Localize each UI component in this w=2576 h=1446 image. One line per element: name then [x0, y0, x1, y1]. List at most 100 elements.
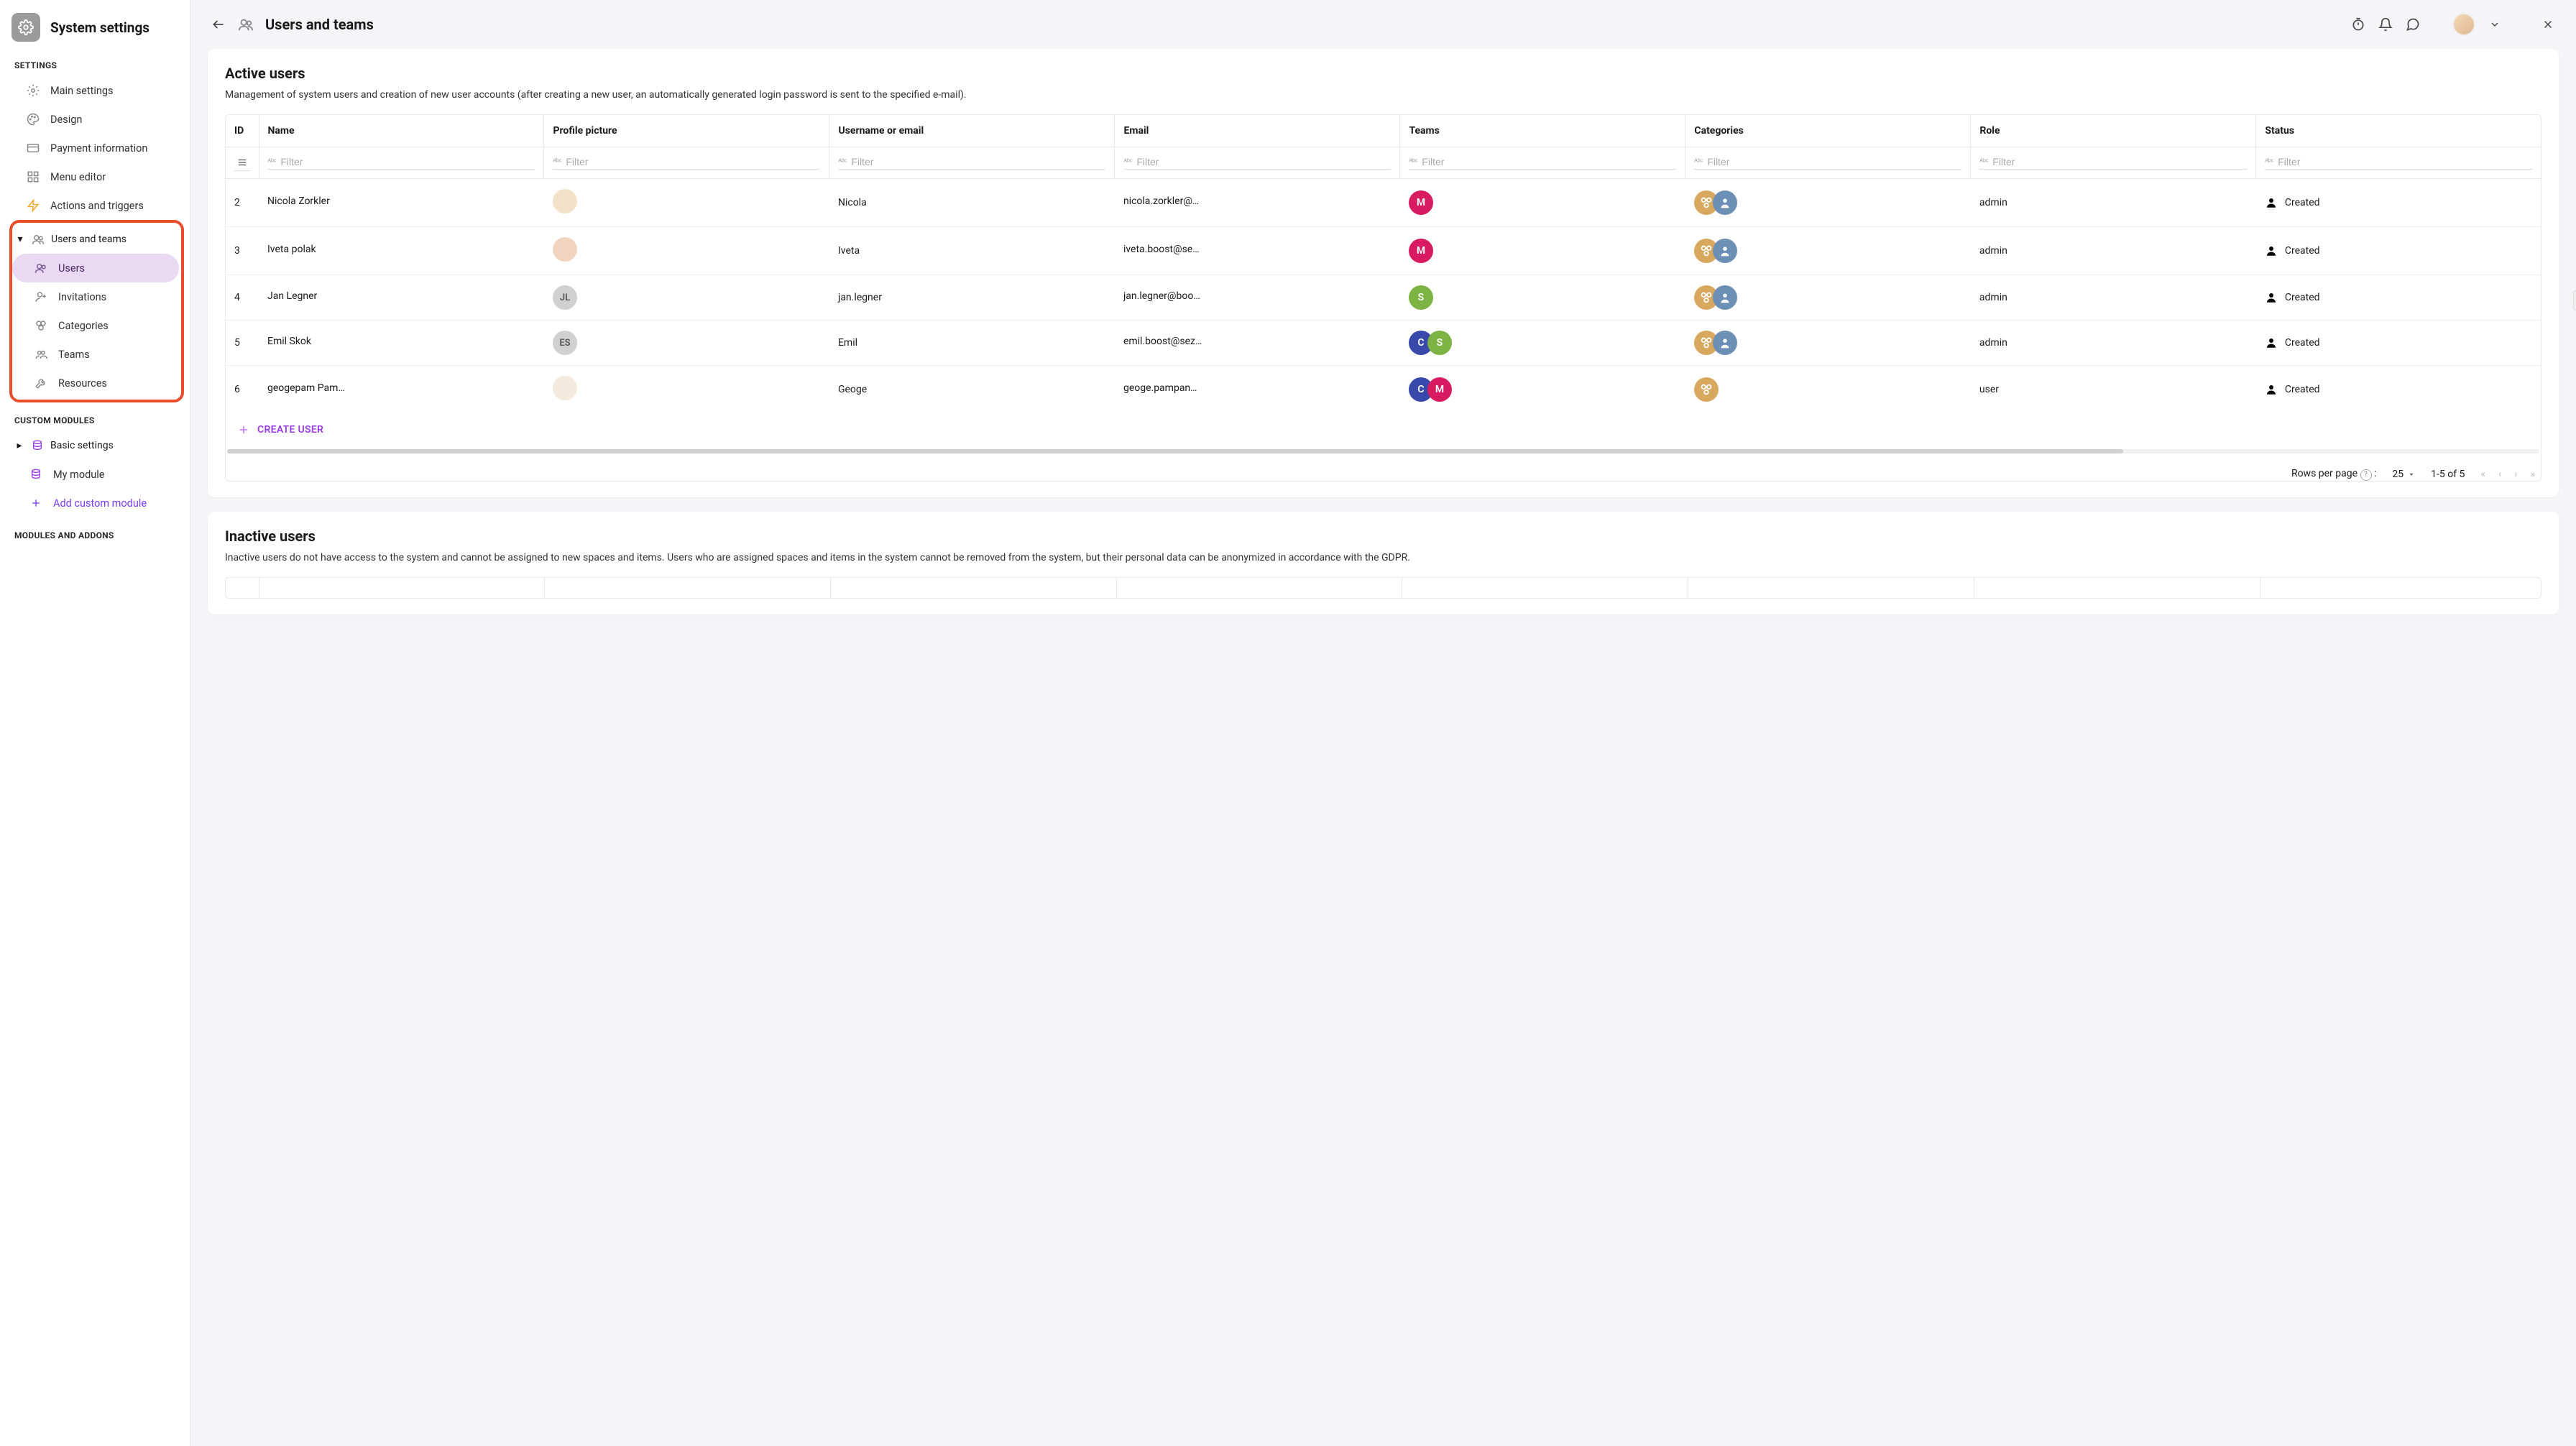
team-icon — [34, 347, 48, 362]
topbar: Users and teams — [190, 0, 2576, 49]
nav-actions[interactable]: Actions and triggers — [12, 191, 178, 220]
cell-role: admin — [1971, 275, 2256, 321]
cell-role: user — [1971, 366, 2256, 414]
users-icon — [34, 261, 48, 275]
nav-payment[interactable]: Payment information — [12, 134, 178, 162]
nav-label: Main settings — [50, 85, 114, 97]
col-profile-picture[interactable]: Profile picture — [544, 115, 829, 147]
cell-status: Created — [2256, 321, 2541, 366]
chat-icon[interactable] — [2405, 17, 2421, 32]
nav-label: Invitations — [58, 291, 106, 303]
table-scrollbar[interactable] — [227, 449, 2539, 453]
table-row[interactable]: 3 Iveta polak Iveta iveta.boost@sezna...… — [226, 227, 2541, 275]
nav-label: Add custom module — [53, 497, 147, 510]
filter-pic-input[interactable] — [566, 156, 820, 167]
nav-label: My module — [53, 469, 105, 481]
nav-label: Categories — [58, 320, 109, 332]
text-filter-icon: ᴬᵇᶜ — [2265, 158, 2273, 166]
nav-resources[interactable]: Resources — [12, 369, 179, 397]
database-icon — [29, 467, 43, 482]
col-categories[interactable]: Categories — [1685, 115, 1971, 147]
nav-label: Teams — [58, 349, 90, 361]
text-filter-icon: ᴬᵇᶜ — [1123, 158, 1132, 166]
col-name[interactable]: Name — [259, 115, 544, 147]
person-icon — [2265, 196, 2278, 209]
palette-icon — [26, 112, 40, 126]
sidebar-header: System settings — [12, 13, 178, 42]
nav-add-custom-module[interactable]: Add custom module — [12, 489, 178, 517]
last-page-button[interactable]: » — [2530, 469, 2535, 480]
filter-username-input[interactable] — [851, 156, 1105, 167]
col-teams[interactable]: Teams — [1400, 115, 1685, 147]
chevron-down-icon[interactable] — [2487, 17, 2503, 32]
filter-email-input[interactable] — [1136, 156, 1391, 167]
table-row[interactable]: 2 Nicola Zorkler Nicola nicola.zorkler@b… — [226, 179, 2541, 227]
back-button[interactable] — [211, 17, 226, 32]
nav-basic-settings[interactable]: ▸ Basic settings — [12, 431, 178, 460]
nav-invitations[interactable]: Invitations — [12, 282, 179, 311]
nav-main-settings[interactable]: Main settings — [12, 76, 178, 105]
settings-icon — [26, 83, 40, 98]
prev-page-button[interactable]: ‹ — [2498, 469, 2501, 480]
col-status[interactable]: Status — [2256, 115, 2541, 147]
filter-name-input[interactable] — [280, 156, 535, 167]
create-user-button[interactable]: CREATE USER — [226, 413, 2541, 446]
nav-categories[interactable]: Categories — [12, 311, 179, 340]
cell-id: 3 — [226, 227, 259, 275]
first-page-button[interactable]: « — [2480, 469, 2485, 480]
cell-role: admin — [1971, 179, 2256, 227]
section-custom-modules: CUSTOM MODULES — [14, 415, 178, 425]
person-icon — [2265, 336, 2278, 349]
filter-menu-icon[interactable] — [234, 155, 250, 171]
database-icon — [30, 438, 45, 453]
close-icon[interactable] — [2540, 17, 2556, 32]
next-page-button[interactable]: › — [2514, 469, 2517, 480]
cell-email: iveta.boost@sezna... — [1115, 227, 1400, 275]
cell-name: Jan Legner — [259, 275, 544, 321]
filter-status-input[interactable] — [2278, 156, 2532, 167]
col-username[interactable]: Username or email — [829, 115, 1115, 147]
nav-my-module[interactable]: My module — [12, 460, 178, 489]
cell-name: Iveta polak — [259, 227, 544, 275]
cell-id: 4 — [226, 275, 259, 321]
help-icon[interactable]: ? — [2360, 469, 2372, 481]
page-size-select[interactable]: 25 — [2392, 469, 2415, 480]
col-role[interactable]: Role — [1971, 115, 2256, 147]
cell-categories — [1685, 321, 1971, 366]
gear-icon — [12, 13, 40, 42]
cell-teams: CM — [1400, 366, 1685, 414]
inactive-users-title: Inactive users — [225, 528, 2542, 545]
filter-teams-input[interactable] — [1422, 156, 1676, 167]
cell-profile-picture — [544, 366, 829, 414]
col-email[interactable]: Email — [1115, 115, 1400, 147]
grid-icon — [26, 170, 40, 184]
nav-users-teams[interactable]: ▾ Users and teams — [12, 225, 179, 254]
filter-role-input[interactable] — [1992, 156, 2247, 167]
inactive-users-card: Inactive users Inactive users do not hav… — [208, 512, 2559, 614]
bell-icon[interactable] — [2378, 17, 2393, 32]
cell-email: nicola.zorkler@boo... — [1115, 179, 1400, 227]
cell-name: Emil Skok — [259, 321, 544, 366]
nav-label: Payment information — [50, 142, 147, 155]
cell-profile-picture — [544, 179, 829, 227]
col-id[interactable]: ID — [226, 115, 259, 147]
nav-users[interactable]: Users — [12, 254, 179, 282]
sidebar-collapse-button[interactable]: ‹ — [2573, 290, 2576, 310]
filter-categories-input[interactable] — [1707, 156, 1961, 167]
timer-icon[interactable] — [2350, 17, 2366, 32]
cell-email: jan.legner@boost.s... — [1115, 275, 1400, 321]
nav-design[interactable]: Design — [12, 105, 178, 134]
user-avatar[interactable] — [2452, 13, 2475, 36]
highlight-users-teams: ▾ Users and teams Users Invitations Cate… — [9, 220, 184, 402]
cell-id: 2 — [226, 179, 259, 227]
person-icon — [2265, 244, 2278, 257]
table-row[interactable]: 4 Jan Legner JL jan.legner jan.legner@bo… — [226, 275, 2541, 321]
table-row[interactable]: 6 geogepam Pampan... Geoge geoge.pampana… — [226, 366, 2541, 414]
cell-categories — [1685, 366, 1971, 414]
nav-teams[interactable]: Teams — [12, 340, 179, 369]
cell-status: Created — [2256, 275, 2541, 321]
nav-label: Users — [58, 262, 85, 275]
nav-menu-editor[interactable]: Menu editor — [12, 162, 178, 191]
cell-username: jan.legner — [829, 275, 1115, 321]
table-row[interactable]: 5 Emil Skok ES Emil emil.boost@sezna... … — [226, 321, 2541, 366]
